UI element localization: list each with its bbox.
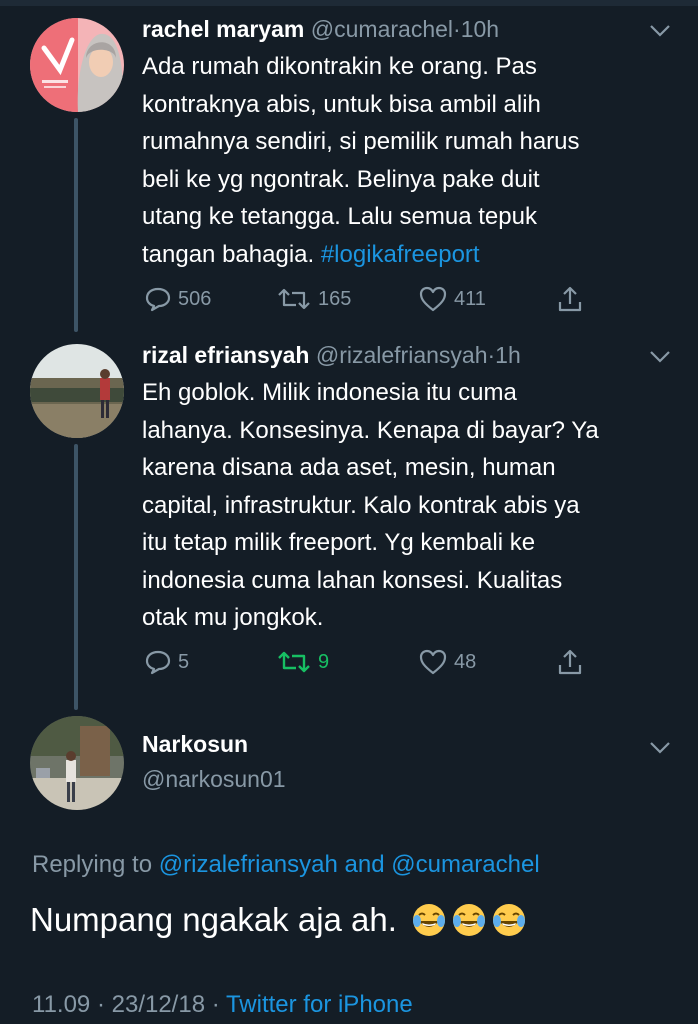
replying-to: Replying to @rizalefriansyah and @cumara… xyxy=(32,851,540,879)
avatar-rachel[interactable] xyxy=(30,18,124,112)
tweet-actions: 5 9 48 xyxy=(142,645,602,679)
tweet-line: kontraknya abis, untuk bisa ambil alih xyxy=(142,90,541,118)
like-button[interactable]: 48 xyxy=(418,645,476,679)
tweet-line: utang ke tetangga. Lalu semua tepuk xyxy=(142,203,537,230)
separator: · xyxy=(453,16,461,42)
tweet-header: rachel maryam @cumarachel·10h xyxy=(142,16,499,43)
retweet-icon xyxy=(278,288,310,310)
avatar-narkosun[interactable] xyxy=(30,716,124,810)
like-count: 411 xyxy=(454,287,486,310)
reply-count: 5 xyxy=(178,650,190,673)
thread-line xyxy=(74,444,78,710)
thread-line xyxy=(74,118,78,332)
main-tweet-body: Numpang ngakak aja ah. xyxy=(30,901,397,938)
main-tweet-text: Numpang ngakak aja ah. xyxy=(30,901,527,939)
like-button[interactable]: 411 xyxy=(418,282,486,316)
tweet-line: indonesia cuma lahan konsesi. Kualitas xyxy=(142,566,563,594)
tweet-line: itu tetap milik freeport. Yg kembali ke xyxy=(142,529,536,556)
chevron-down-icon[interactable] xyxy=(649,350,671,364)
share-icon xyxy=(558,649,582,675)
tweet-line-text: tangan bahagia. xyxy=(142,240,321,268)
laughing-emoji-icon xyxy=(452,904,485,936)
chevron-down-icon[interactable] xyxy=(649,741,671,755)
tweet-line: Eh goblok. Milik indonesia itu cuma xyxy=(142,379,517,406)
user-handle[interactable]: @rizalefriansyah xyxy=(316,342,488,368)
share-button[interactable] xyxy=(556,645,584,679)
tweet-time: 11.09 xyxy=(32,991,91,1018)
mention-link[interactable]: @rizalefriansyah xyxy=(159,851,338,878)
timestamp[interactable]: 1h xyxy=(495,342,521,368)
avatar-rachel-image xyxy=(30,18,124,112)
replying-prefix: Replying to xyxy=(32,851,153,878)
reply-button[interactable]: 5 xyxy=(144,645,189,679)
user-handle[interactable]: @narkosun01 xyxy=(142,766,286,793)
share-icon xyxy=(558,286,582,312)
timestamp[interactable]: 10h xyxy=(461,16,499,42)
tweet-meta: 11.09 · 23/12/18 · Twitter for iPhone xyxy=(32,991,413,1019)
retweet-button[interactable]: 165 xyxy=(276,282,351,316)
retweet-count: 165 xyxy=(318,287,352,310)
tweet-text: Ada rumah dikontrakin ke orang. Pas kont… xyxy=(142,48,672,273)
tweet-line: otak mu jongkok. xyxy=(142,604,324,631)
tweet-header: rizal efriansyah @rizalefriansyah·1h xyxy=(142,342,521,369)
retweet-count: 9 xyxy=(318,650,330,673)
tweet-source-link[interactable]: Twitter for iPhone xyxy=(226,991,413,1018)
display-name[interactable]: rachel maryam xyxy=(142,16,304,42)
separator: · xyxy=(211,991,220,1018)
laughing-emoji-icon xyxy=(412,904,445,936)
display-name[interactable]: Narkosun xyxy=(142,731,248,758)
tweet-line: lahanya. Konsesinya. Kenapa di bayar? Ya xyxy=(142,416,599,444)
heart-icon xyxy=(419,649,447,675)
chevron-down-icon[interactable] xyxy=(649,24,671,38)
retweet-icon xyxy=(278,651,310,673)
hashtag-link[interactable]: #logikafreeport xyxy=(321,241,480,268)
tweet-line: rumahnya sendiri, si pemilik rumah harus xyxy=(142,128,580,155)
tweet-text: Eh goblok. Milik indonesia itu cuma laha… xyxy=(142,374,672,637)
avatar-rizal[interactable] xyxy=(30,344,124,438)
reply-button[interactable]: 506 xyxy=(144,282,211,316)
tweet-line: karena disana ada aset, mesin, human xyxy=(142,454,556,481)
mention-link[interactable]: @cumarachel xyxy=(391,851,539,878)
laughing-emoji-icon xyxy=(492,904,525,936)
tweet-date: 23/12/18 xyxy=(111,991,206,1018)
top-divider xyxy=(0,0,698,6)
avatar-narkosun-image xyxy=(30,716,124,810)
tweet-line: capital, infrastruktur. Kalo kontrak abi… xyxy=(142,491,580,519)
share-button[interactable] xyxy=(556,282,584,316)
tweet-line: Ada rumah dikontrakin ke orang. Pas xyxy=(142,53,537,80)
tweet-line: beli ke yg ngontrak. Belinya pake duit xyxy=(142,165,540,193)
tweet-actions: 506 165 411 xyxy=(142,282,602,316)
reply-icon xyxy=(145,650,171,675)
reply-count: 506 xyxy=(178,287,212,310)
avatar-rizal-image xyxy=(30,344,124,438)
tweet-line: tangan bahagia. #logikafreeport xyxy=(142,236,672,274)
heart-icon xyxy=(419,286,447,312)
retweet-button[interactable]: 9 xyxy=(276,645,329,679)
user-handle[interactable]: @cumarachel xyxy=(311,16,453,42)
like-count: 48 xyxy=(454,650,477,673)
display-name[interactable]: rizal efriansyah xyxy=(142,342,309,368)
replying-and[interactable]: and xyxy=(345,851,385,878)
separator: · xyxy=(96,991,105,1018)
reply-icon xyxy=(145,287,171,312)
